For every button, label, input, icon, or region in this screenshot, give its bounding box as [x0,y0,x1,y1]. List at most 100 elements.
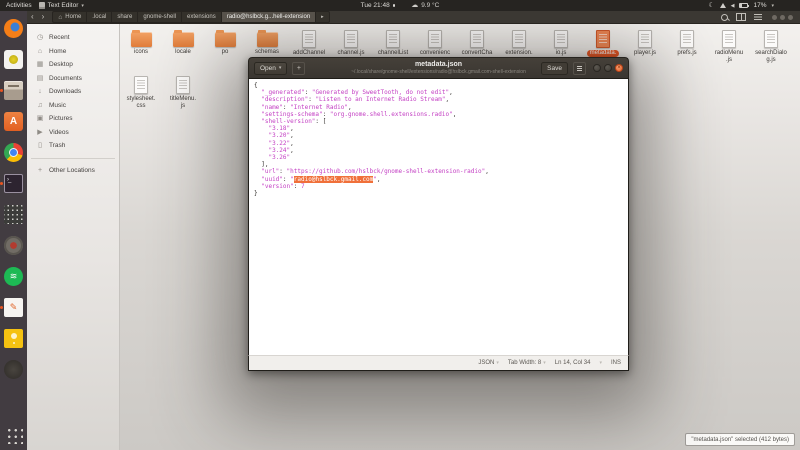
system-tray[interactable]: ☾ ◀ 17% [708,2,800,9]
file-item-radioMenu[interactable]: radioMenu .js [708,28,750,74]
dock-icon-spotify[interactable] [3,266,24,287]
sidebar-item-pictures[interactable]: ▣ Pictures [27,112,119,126]
breadcrumb-label: gnome-shell [143,14,177,20]
dock-icon-characters[interactable] [3,204,24,225]
breadcrumb-item[interactable]: extensions [181,11,221,23]
breadcrumb-item[interactable]: .local [86,11,112,23]
dock-icon-screenshot[interactable] [3,359,24,380]
dock-icon-ubuntu-software[interactable] [3,111,24,132]
file-icon [554,30,568,48]
file-icon [428,30,442,48]
tab-width-selector[interactable]: Tab Width: 8 [508,360,546,366]
breadcrumb-label: extensions [187,14,216,20]
breadcrumb-sibling-button[interactable]: ▸ [315,11,330,23]
firefox-icon [4,19,23,38]
breadcrumb-item[interactable]: radio@hslbck.g...hell-extension [220,11,316,23]
chevron-down-icon [543,360,546,366]
breadcrumb-item[interactable]: ⌂ Home [52,11,87,23]
file-icon [470,30,484,48]
maximize-button[interactable] [604,64,612,72]
dock-icon-chrome[interactable] [3,142,24,163]
breadcrumb-item[interactable]: share [111,11,138,23]
close-button[interactable] [788,14,793,20]
cloud-icon: ☁ [411,1,419,9]
divider [31,157,115,159]
editor-header-bar: Open + metadata.json ~/.local/share/gnom… [248,57,629,79]
minimize-button[interactable] [772,14,777,20]
sidebar-item-videos[interactable]: ▶ Videos [27,126,119,140]
videos-icon: ▶ [37,128,43,136]
code-line: ], [254,161,269,169]
sidebar-item-trash[interactable]: ▯ Trash [27,139,119,153]
breadcrumb-label: Home [65,14,82,20]
dock-icon-firefox[interactable] [3,18,24,39]
search-icon[interactable] [721,13,728,21]
dock-icon-tweaks[interactable] [3,235,24,256]
sidebar-item-recent[interactable]: ◷ Recent [27,31,119,45]
language-selector[interactable]: JSON [478,360,499,366]
show-apps-icon [4,425,23,444]
code-line: "3.26" [268,154,291,162]
sidebar-item-home[interactable]: ⌂ Home [27,45,119,59]
file-label: titleMenu. js [169,96,196,109]
file-label: metadata. [586,50,620,57]
file-item-prefsjs[interactable]: prefs.js [666,28,708,74]
breadcrumb-item[interactable]: gnome-shell [137,11,182,23]
maximize-button[interactable] [780,14,785,20]
recent-icon: ◷ [36,34,44,42]
running-indicator [0,89,3,92]
file-label: extension. [505,50,533,56]
dock-icon-files[interactable] [0,80,24,101]
sidebar-item-desktop[interactable]: ▦ Desktop [27,58,119,72]
dock-icon-media-player[interactable] [3,49,24,70]
dock-icon-terminal[interactable] [0,173,24,194]
sidebar-item-documents[interactable]: ▤ Documents [27,72,119,86]
save-button[interactable]: Save [541,61,568,75]
file-item-icons[interactable]: icons [120,28,162,74]
back-button[interactable]: ‹ [27,13,38,21]
hamburger-menu-icon[interactable] [754,14,762,20]
night-light-icon: ☾ [708,2,715,9]
file-item-stylesheet[interactable]: stylesheet. css [120,74,162,120]
sidebar-item-downloads[interactable]: ↓ Downloads [27,85,119,99]
editor-status-bar: JSON Tab Width: 8 Ln 14, Col 34 INS [248,355,629,371]
new-document-button[interactable]: + [292,61,306,75]
dock [0,11,27,450]
sidebar-item-label: Desktop [49,61,73,69]
file-item-titleMenu[interactable]: titleMenu. js [162,74,204,120]
editor-text-area[interactable]: { "_generated": "Generated by SweetTooth… [248,79,629,355]
close-button[interactable]: × [615,64,623,72]
code-line: "_generated": "Generated by SweetTooth, … [261,89,453,97]
code-line: "settings-schema": "org.gnome.shell.exte… [261,110,457,118]
cursor-position[interactable]: Ln 14, Col 34 [555,360,591,366]
characters-icon [4,205,23,224]
dock-icon-show-apps[interactable] [3,424,24,445]
file-item-locale[interactable]: locale [162,28,204,74]
minimize-button[interactable] [593,64,601,72]
folder-icon [172,30,194,47]
desktop-icon: ▦ [36,61,44,69]
app-menu[interactable]: Text Editor [38,2,84,9]
activities-button[interactable]: Activities [6,2,32,9]
file-item-playerjs[interactable]: player.js [624,28,666,74]
sidebar-item-music[interactable]: ♫ Music [27,99,119,113]
clock[interactable]: Tue 21:48 [361,2,396,9]
notes-icon [4,329,23,348]
sidebar-item-label: Pictures [49,115,73,123]
running-indicator [0,182,3,185]
file-icon [596,30,610,48]
dock-icon-notes[interactable] [3,328,24,349]
file-label: player.js [633,50,656,56]
forward-button[interactable]: › [38,13,49,21]
hamburger-menu-icon[interactable] [573,61,586,75]
file-item-searchDialo[interactable]: searchDialo g.js [750,28,792,74]
folder-icon [256,30,278,47]
file-label: channel.js [337,50,365,56]
chevron-down-icon [279,65,282,71]
file-item-po[interactable]: po [204,28,246,74]
sidebar-item-other-locations[interactable]: + Other Locations [27,164,119,178]
view-toggle-icon[interactable] [736,13,746,21]
dock-icon-text-editor[interactable] [0,297,24,318]
open-button[interactable]: Open [254,61,288,75]
trash-icon: ▯ [38,142,42,150]
